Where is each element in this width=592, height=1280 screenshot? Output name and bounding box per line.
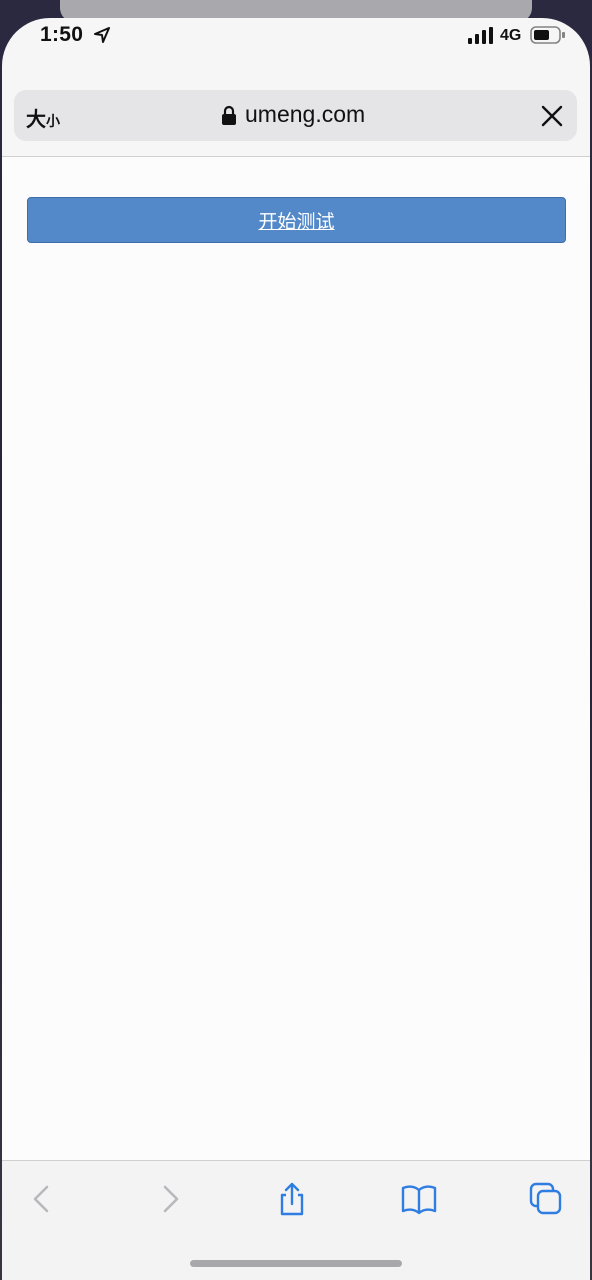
web-page-content: 开始测试	[2, 157, 590, 1160]
home-indicator[interactable]	[190, 1260, 402, 1267]
location-arrow-icon	[94, 27, 110, 43]
close-icon[interactable]	[540, 104, 564, 128]
network-type: 4G	[500, 27, 522, 44]
tabs-icon[interactable]	[528, 1181, 564, 1217]
cellular-signal-icon	[468, 27, 493, 44]
text-size-big: 大	[26, 109, 46, 131]
book-icon[interactable]	[401, 1181, 437, 1217]
chevron-left-icon[interactable]	[24, 1181, 60, 1217]
text-size-small: 小	[46, 113, 60, 129]
status-bar: 1:50 4G	[2, 18, 590, 78]
chevron-right-icon[interactable]	[152, 1181, 188, 1217]
start-test-button[interactable]: 开始测试	[27, 197, 566, 243]
lock-icon	[222, 105, 236, 125]
url-domain: umeng.com	[245, 101, 366, 127]
battery-icon	[530, 26, 565, 44]
text-size-button[interactable]: 大小	[26, 103, 60, 132]
bottom-toolbar	[2, 1160, 590, 1280]
safari-screen: 1:50 4G 大小 umeng.com 开始测试	[2, 18, 590, 1280]
status-time: 1:50	[40, 23, 84, 46]
share-icon[interactable]	[274, 1181, 310, 1217]
address-bar[interactable]: 大小 umeng.com	[14, 90, 577, 141]
